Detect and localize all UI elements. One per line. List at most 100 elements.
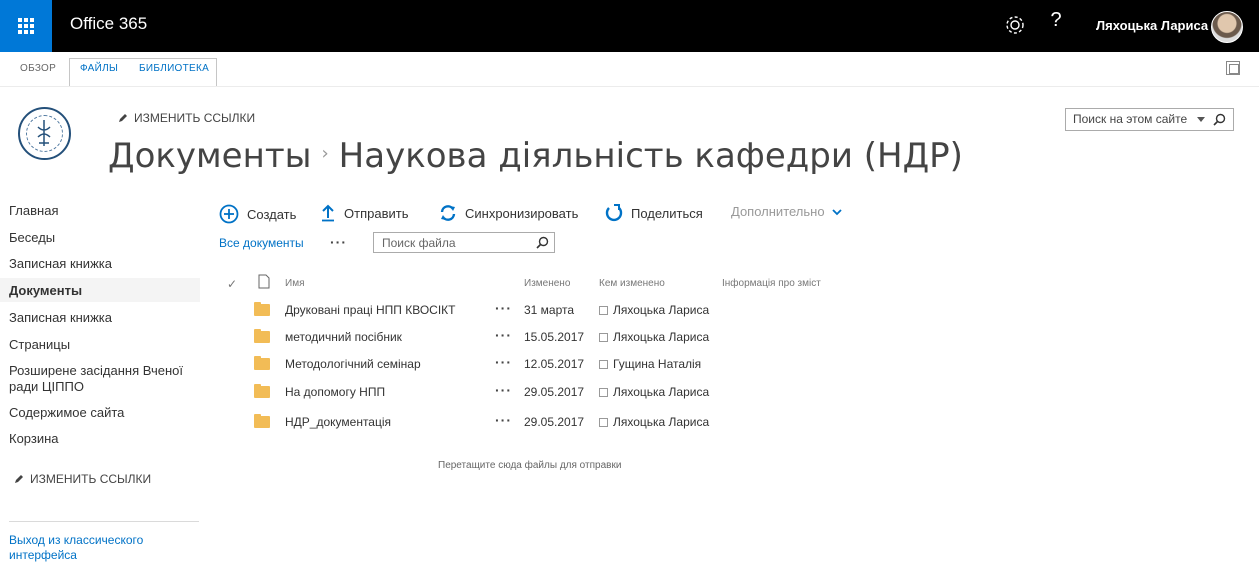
nav-item-documents[interactable]: Документы bbox=[9, 283, 82, 299]
site-search-input[interactable]: Поиск на этом сайте bbox=[1065, 108, 1234, 131]
share-button[interactable]: Поделиться bbox=[605, 204, 703, 222]
focus-content-icon[interactable] bbox=[1226, 61, 1240, 75]
more-button[interactable]: Дополнительно bbox=[731, 204, 843, 219]
sync-button-label: Синхронизировать bbox=[465, 205, 579, 221]
file-search-placeholder: Поиск файла bbox=[382, 236, 456, 250]
site-search-placeholder: Поиск на этом сайте bbox=[1073, 112, 1188, 126]
view-all-documents[interactable]: Все документы bbox=[219, 236, 304, 250]
nav-item-notebook[interactable]: Записная книжка bbox=[9, 256, 112, 272]
nav-item-site-contents[interactable]: Содержимое сайта bbox=[9, 405, 124, 421]
modified-by-link[interactable]: Ляхоцька Лариса bbox=[613, 385, 709, 399]
row-ellipsis-button[interactable]: ··· bbox=[495, 300, 512, 316]
avatar[interactable] bbox=[1211, 11, 1243, 43]
share-button-label: Поделиться bbox=[631, 205, 703, 221]
edit-links-nav-label: ИЗМЕНИТЬ ССЫЛКИ bbox=[30, 472, 152, 486]
row-ellipsis-button[interactable]: ··· bbox=[495, 327, 512, 343]
user-name[interactable]: Ляхоцька Лариса bbox=[1096, 18, 1208, 33]
view-more-ellipsis[interactable]: ··· bbox=[330, 234, 347, 250]
folder-icon bbox=[254, 356, 270, 370]
row-ellipsis-button[interactable]: ··· bbox=[495, 354, 512, 370]
search-icon[interactable] bbox=[1213, 113, 1226, 126]
modified-by-link[interactable]: Ляхоцька Лариса bbox=[613, 330, 709, 344]
tab-files[interactable]: ФАЙЛЫ bbox=[80, 63, 118, 74]
page-title: Документы › Наукова діяльність кафедри (НД… bbox=[108, 136, 963, 176]
nav-item-notebook-2[interactable]: Записная книжка bbox=[9, 310, 112, 326]
edit-links-nav[interactable]: ИЗМЕНИТЬ ССЫЛКИ bbox=[14, 472, 151, 486]
table-row[interactable]: НДР_документація ··· 29.05.2017 Ляхоцька… bbox=[250, 410, 870, 436]
nav-item-recycle-bin[interactable]: Корзина bbox=[9, 431, 59, 447]
logo-emblem-icon bbox=[37, 120, 51, 146]
modified-by-link[interactable]: Гущина Наталія bbox=[613, 357, 701, 371]
column-header-content-info[interactable]: Інформація про зміст bbox=[722, 278, 821, 289]
modified-by-link[interactable]: Ляхоцька Лариса bbox=[613, 303, 709, 317]
presence-icon bbox=[599, 388, 608, 397]
modified-by-link[interactable]: Ляхоцька Лариса bbox=[613, 415, 709, 429]
presence-icon bbox=[599, 306, 608, 315]
waffle-icon bbox=[18, 18, 34, 34]
folder-icon bbox=[254, 329, 270, 343]
chevron-down-icon bbox=[831, 208, 842, 215]
site-logo[interactable] bbox=[18, 107, 71, 160]
more-button-label: Дополнительно bbox=[731, 204, 825, 219]
edit-links-label: ИЗМЕНИТЬ ССЫЛКИ bbox=[134, 111, 256, 125]
nav-item-conversations[interactable]: Беседы bbox=[9, 230, 55, 246]
folder-name-link[interactable]: Друковані праці НПП КВОСІКТ bbox=[285, 303, 455, 317]
app-launcher-button[interactable] bbox=[0, 0, 52, 52]
folder-name-link[interactable]: На допомогу НПП bbox=[285, 385, 385, 399]
column-header-modified-by[interactable]: Кем изменено bbox=[599, 278, 665, 289]
tab-library[interactable]: БИБЛИОТЕКА bbox=[139, 63, 209, 74]
edit-links-top[interactable]: ИЗМЕНИТЬ ССЫЛКИ bbox=[118, 111, 255, 125]
upload-button-label: Отправить bbox=[344, 205, 409, 221]
presence-icon bbox=[599, 333, 608, 342]
column-header-modified[interactable]: Изменено bbox=[524, 278, 570, 289]
drop-files-hint: Перетащите сюда файлы для отправки bbox=[438, 460, 622, 471]
suite-bar: Office 365 ? Ляхоцька Лариса bbox=[0, 0, 1259, 52]
folder-name-link[interactable]: Методологічний семінар bbox=[285, 357, 421, 371]
table-row[interactable]: методичний посібник ··· 15.05.2017 Ляхоц… bbox=[250, 325, 870, 351]
upload-button[interactable]: Отправить bbox=[320, 204, 408, 222]
table-row[interactable]: Методологічний семінар ··· 12.05.2017 Гу… bbox=[250, 352, 870, 378]
pencil-icon bbox=[15, 475, 23, 483]
folder-icon bbox=[254, 302, 270, 316]
sync-icon bbox=[440, 205, 456, 221]
new-button[interactable]: Создать bbox=[219, 204, 296, 224]
tab-browse[interactable]: ОБЗОР bbox=[20, 63, 56, 74]
row-ellipsis-button[interactable]: ··· bbox=[495, 382, 512, 398]
select-all-checkmark-icon[interactable]: ✓ bbox=[227, 277, 237, 291]
presence-icon bbox=[599, 418, 608, 427]
settings-gear-icon[interactable] bbox=[1000, 10, 1030, 40]
modified-date: 12.05.2017 bbox=[524, 357, 585, 371]
title-folder: Наукова діяльність кафедри (НДР) bbox=[338, 136, 963, 176]
sync-button[interactable]: Синхронизировать bbox=[439, 204, 578, 222]
nav-divider bbox=[9, 521, 199, 522]
folder-name-link[interactable]: методичний посібник bbox=[285, 330, 402, 344]
search-icon[interactable] bbox=[536, 236, 549, 249]
exit-classic-link[interactable]: Выход из классического интерфейса bbox=[9, 533, 199, 563]
folder-icon bbox=[254, 414, 270, 428]
modified-date: 31 марта bbox=[524, 303, 575, 317]
table-row[interactable]: На допомогу НПП ··· 29.05.2017 Ляхоцька … bbox=[250, 380, 870, 406]
breadcrumb-separator-icon: › bbox=[321, 143, 329, 164]
folder-name-link[interactable]: НДР_документація bbox=[285, 415, 391, 429]
folder-icon bbox=[254, 384, 270, 398]
column-header-name[interactable]: Имя bbox=[285, 278, 304, 289]
table-row[interactable]: Друковані праці НПП КВОСІКТ ··· 31 марта… bbox=[250, 298, 870, 324]
presence-icon bbox=[599, 360, 608, 369]
title-library-link[interactable]: Документы bbox=[108, 136, 311, 176]
pencil-icon bbox=[119, 114, 127, 122]
new-button-label: Создать bbox=[247, 206, 297, 222]
modified-date: 29.05.2017 bbox=[524, 415, 585, 429]
nav-item-home[interactable]: Главная bbox=[9, 203, 58, 219]
document-type-icon[interactable] bbox=[258, 274, 270, 289]
upload-arrow-icon bbox=[322, 204, 334, 222]
file-search-input[interactable]: Поиск файла bbox=[373, 232, 555, 253]
chevron-down-icon[interactable] bbox=[1197, 117, 1205, 122]
row-ellipsis-button[interactable]: ··· bbox=[495, 412, 512, 428]
share-icon bbox=[605, 204, 623, 222]
nav-item-extended-council[interactable]: Розширене засідання Вченої ради ЦІППО bbox=[9, 363, 199, 395]
help-button[interactable]: ? bbox=[1048, 9, 1064, 32]
modified-date: 29.05.2017 bbox=[524, 385, 585, 399]
nav-item-pages[interactable]: Страницы bbox=[9, 337, 70, 353]
brand-link[interactable]: Office 365 bbox=[70, 14, 147, 34]
plus-circle-icon bbox=[219, 204, 239, 224]
